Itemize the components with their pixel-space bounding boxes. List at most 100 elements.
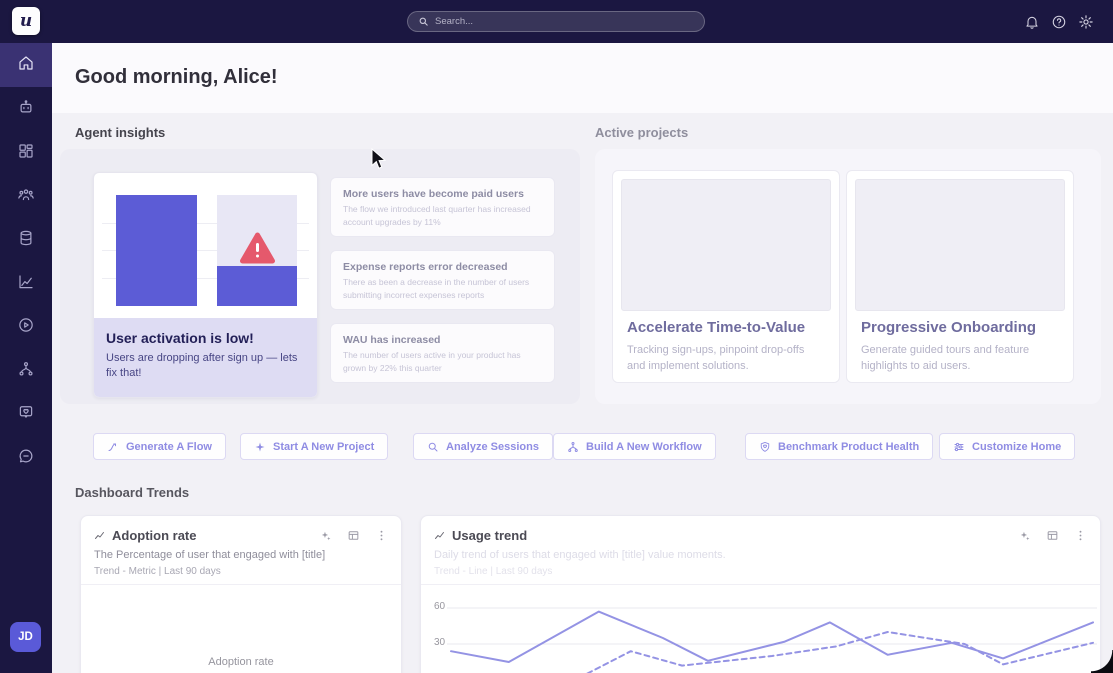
sparkle-ai-icon[interactable] — [319, 529, 332, 542]
table-icon[interactable] — [1046, 529, 1059, 542]
button-label: Start A New Project — [273, 440, 375, 453]
sidebar-item-home[interactable] — [0, 43, 52, 87]
sparkle-icon — [254, 441, 266, 453]
benchmark-health-button[interactable]: Benchmark Product Health — [745, 433, 934, 460]
insight-card-description: There as been a decrease in the number o… — [343, 277, 530, 300]
app-logo[interactable]: u — [12, 7, 40, 35]
insight-card-description: The flow we introduced last quarter has … — [343, 204, 531, 227]
search-icon — [418, 16, 429, 27]
insight-card-title: Expense reports error decreased — [343, 261, 508, 273]
button-label: Customize Home — [972, 440, 1062, 453]
bar-after — [217, 266, 297, 306]
home-icon — [17, 54, 35, 77]
active-projects-title: Active projects — [595, 125, 689, 140]
sidebar-item-chat[interactable] — [0, 436, 52, 480]
mini-bar-chart — [94, 173, 317, 306]
chat-icon — [17, 447, 35, 470]
insight-description: Users are dropping after sign up — lets … — [106, 352, 298, 379]
gear-icon[interactable] — [1077, 13, 1095, 31]
insight-highlight-band: User activation is low! Users are droppi… — [94, 318, 317, 397]
card-description: Daily trend of users that engaged with [… — [434, 549, 726, 561]
sidebar-item-surveys[interactable] — [0, 392, 52, 436]
project-description: Tracking sign-ups, pinpoint drop-offs an… — [627, 344, 805, 372]
sidebar-item-data[interactable] — [0, 218, 52, 262]
search-bar[interactable] — [407, 11, 705, 32]
sidebar-item-assistant[interactable] — [0, 87, 52, 131]
start-new-project-button[interactable]: Start A New Project — [240, 433, 389, 460]
sidebar: JD — [0, 43, 52, 673]
insight-card-user-activation[interactable]: User activation is low! Users are droppi… — [93, 172, 318, 398]
page-title: Good morning, Alice! — [75, 66, 278, 88]
usage-trend-card: Usage trend Daily trend of users that en… — [420, 515, 1101, 673]
project-title: Accelerate Time-to-Value — [627, 319, 806, 336]
card-title: Adoption rate — [112, 528, 197, 543]
agent-insights-title: Agent insights — [75, 125, 166, 140]
sliders-icon — [953, 441, 965, 453]
button-label: Build A New Workflow — [586, 440, 702, 453]
button-label: Generate A Flow — [126, 440, 212, 453]
sparkle-ai-icon[interactable] — [1018, 529, 1031, 542]
sidebar-item-flows[interactable] — [0, 349, 52, 393]
kebab-menu-icon[interactable] — [375, 529, 388, 542]
analyze-sessions-button[interactable]: Analyze Sessions — [413, 433, 553, 460]
app-logo-letter: u — [19, 11, 33, 31]
help-icon[interactable] — [1050, 13, 1068, 31]
sidebar-item-audience[interactable] — [0, 175, 52, 219]
trend-chart-icon — [434, 530, 446, 542]
sidebar-item-dashboards[interactable] — [0, 131, 52, 175]
generate-flow-button[interactable]: Generate A Flow — [93, 433, 226, 460]
kebab-menu-icon[interactable] — [1074, 529, 1087, 542]
customize-home-button[interactable]: Customize Home — [939, 433, 1076, 460]
insight-card-title: More users have become paid users — [343, 188, 524, 200]
warning-triangle-icon — [239, 231, 276, 270]
card-header-actions — [1018, 529, 1087, 542]
divider — [421, 584, 1100, 585]
avatar-initials: JD — [18, 631, 33, 643]
divider — [81, 584, 401, 585]
card-title: Usage trend — [452, 528, 528, 543]
insight-card-description: The number of users active in your produ… — [343, 350, 521, 373]
magnifier-icon — [427, 441, 439, 453]
insight-card-title: WAU has increased — [343, 334, 441, 346]
analytics-icon — [17, 273, 35, 296]
app-screen: u Search... JD Good morning, Alice! Agen… — [0, 0, 1113, 673]
bell-icon[interactable] — [1023, 13, 1041, 31]
audience-icon — [17, 186, 35, 209]
bar-before — [116, 195, 197, 306]
insight-card-expense-reports[interactable]: Expense reports error decreased There as… — [330, 250, 555, 310]
y-axis-tick-30: 30 — [434, 637, 446, 648]
topbar-icons — [1023, 0, 1095, 43]
insight-card-wau[interactable]: WAU has increased The number of users ac… — [330, 323, 555, 383]
card-meta: Trend - Metric | Last 90 days — [94, 566, 221, 577]
table-icon[interactable] — [347, 529, 360, 542]
project-description: Generate guided tours and feature highli… — [861, 344, 1030, 372]
button-label: Analyze Sessions — [446, 440, 539, 453]
search-input[interactable] — [435, 16, 694, 27]
project-card-time-to-value[interactable]: Accelerate Time-to-Value Tracking sign-u… — [612, 170, 840, 383]
card-description: The Percentage of user that engaged with… — [94, 549, 326, 561]
workflow-icon — [567, 441, 579, 453]
insight-title: User activation is low! — [106, 330, 254, 346]
sidebar-item-analytics[interactable] — [0, 262, 52, 306]
project-card-onboarding[interactable]: Progressive Onboarding Generate guided t… — [846, 170, 1074, 383]
assistant-bot-icon — [17, 98, 35, 121]
build-workflow-button[interactable]: Build A New Workflow — [553, 433, 716, 460]
surveys-icon — [17, 403, 35, 426]
card-meta: Trend - Line | Last 90 days — [434, 566, 553, 577]
bottom-right-overlay-corner — [1091, 650, 1113, 673]
topbar: u — [0, 0, 1113, 43]
card-header: Usage trend — [434, 528, 1087, 543]
dashboard-icon — [17, 142, 35, 165]
flow-icon — [107, 441, 119, 453]
avatar[interactable]: JD — [10, 622, 41, 652]
sidebar-item-replays[interactable] — [0, 305, 52, 349]
usage-trend-line-chart — [447, 607, 1097, 673]
flows-icon — [17, 360, 35, 383]
trend-chart-icon — [94, 530, 106, 542]
project-title: Progressive Onboarding — [861, 319, 1037, 336]
project-thumbnail — [855, 179, 1065, 311]
project-thumbnail — [621, 179, 831, 311]
session-replay-icon — [17, 316, 35, 339]
insight-card-paid-users[interactable]: More users have become paid users The fl… — [330, 177, 555, 237]
y-axis-tick-60: 60 — [434, 601, 446, 612]
